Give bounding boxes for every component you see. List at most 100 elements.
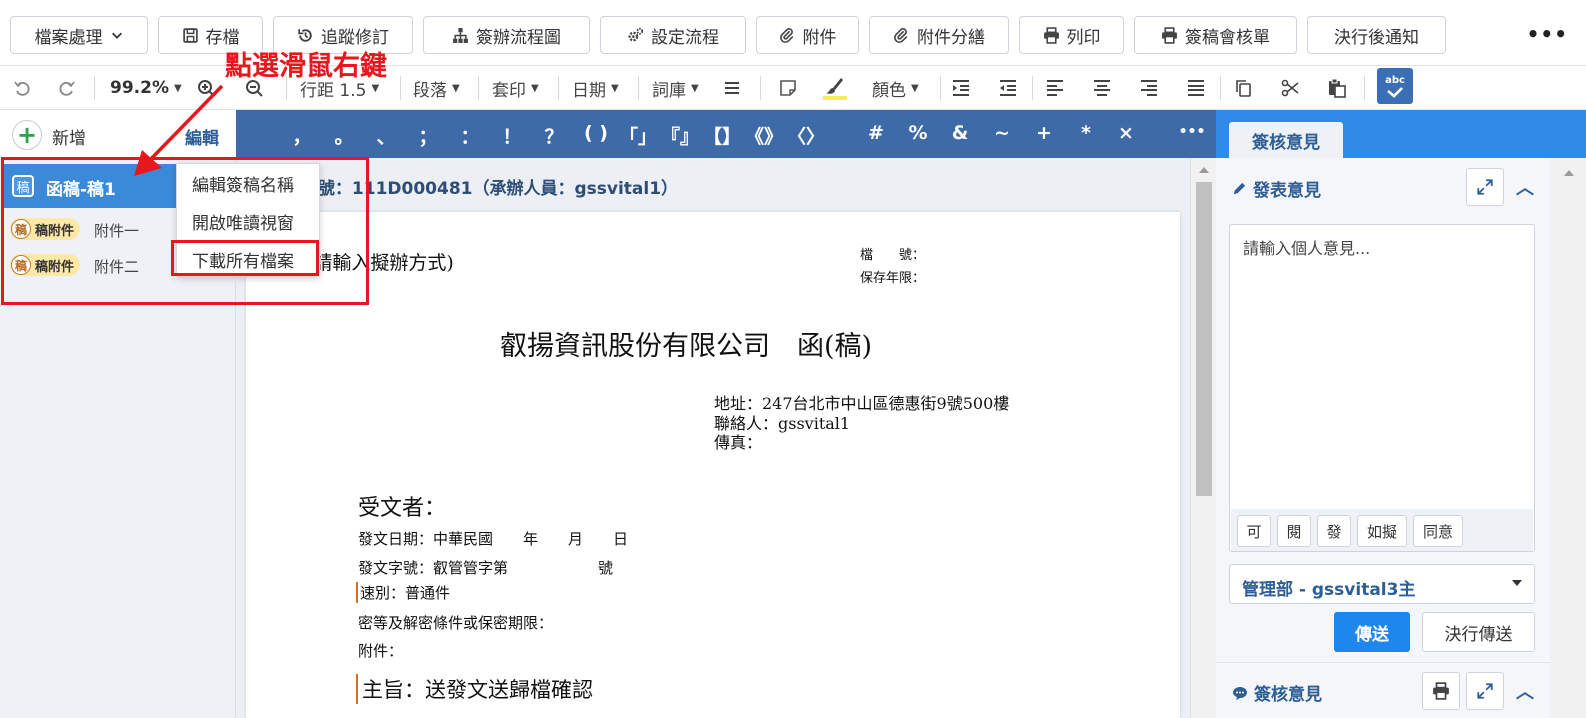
align-justify-button[interactable] <box>1186 74 1206 102</box>
punct-colon[interactable]: ： <box>450 122 490 149</box>
flowchart-button[interactable]: 簽辦流程圖 <box>423 16 590 54</box>
recipient-select[interactable]: 管理部 - gssvital3主 <box>1229 564 1535 604</box>
toolbar-divider <box>1220 76 1221 100</box>
printer-icon <box>1433 682 1449 700</box>
list-button[interactable] <box>722 74 742 102</box>
file-menu-label: 檔案處理 <box>34 27 103 48</box>
file-menu-button[interactable]: 檔案處理 <box>10 16 148 54</box>
add-icon[interactable]: + <box>12 120 42 150</box>
post-opinion-label: 發表意見 <box>1253 181 1321 201</box>
punct-hash[interactable]: # <box>856 122 896 144</box>
recipient-select-value: 管理部 - gssvital3主 <box>1242 580 1416 600</box>
attach-label: 附件 <box>802 27 837 48</box>
scrollbar-thumb[interactable] <box>1196 182 1212 496</box>
attach-split-label: 附件分繕 <box>917 27 985 48</box>
punct-double-angle-brackets[interactable]: 《》 <box>744 122 784 149</box>
expand-history-button[interactable] <box>1466 672 1504 710</box>
subject-field[interactable]: 主旨：送發文送歸檔確認 <box>356 674 593 704</box>
align-right-button[interactable] <box>1139 74 1159 102</box>
paragraph-select[interactable]: 段落 ▼ <box>413 74 460 102</box>
outdent-button[interactable] <box>998 74 1018 102</box>
punct-enum-comma[interactable]: 、 <box>366 122 406 149</box>
punct-asterisk[interactable]: * <box>1066 122 1106 144</box>
phrase-button[interactable]: 同意 <box>1413 515 1463 547</box>
toolbar-divider <box>760 76 761 100</box>
phrase-button[interactable]: 如擬 <box>1357 515 1407 547</box>
scroll-up-icon[interactable] <box>1564 170 1574 176</box>
highlight-button[interactable] <box>818 74 852 102</box>
opinion-input[interactable]: 請輸入個人意見... 可 閱 發 如擬 同意 <box>1229 224 1535 552</box>
date-select[interactable]: 日期 ▼ <box>572 74 619 102</box>
toolbar-divider <box>1032 76 1033 100</box>
more-menu-button[interactable]: ••• <box>1527 22 1568 46</box>
print-label: 列印 <box>1066 27 1101 48</box>
punct-plus[interactable]: + <box>1024 122 1064 144</box>
paste-button[interactable] <box>1327 74 1347 102</box>
cut-button[interactable] <box>1280 74 1300 102</box>
punct-multiply[interactable]: × <box>1106 122 1146 144</box>
punct-double-corner-brackets[interactable]: 『』 <box>660 122 700 149</box>
send-button[interactable]: 傳送 <box>1334 612 1410 652</box>
review-scrollbar[interactable] <box>1552 158 1586 718</box>
indent-button[interactable] <box>951 74 971 102</box>
color-select[interactable]: 顏色 ▼ <box>872 74 919 102</box>
caret-down-icon: ▼ <box>911 82 919 94</box>
attach-split-button[interactable]: 附件分繕 <box>869 16 1009 54</box>
scroll-up-icon[interactable] <box>1199 167 1209 173</box>
document-page[interactable]: (請輸入擬辦方式) 檔 號： 保存年限： 叡揚資訊股份有限公司 函(稿) 地址：… <box>246 212 1180 718</box>
punct-parentheses[interactable]: ( ) <box>576 122 616 144</box>
tab-review-opinion[interactable]: 簽核意見 <box>1229 122 1343 158</box>
punct-percent[interactable]: % <box>898 122 938 144</box>
review-content: 發表意見 ︿ 請輸入個人意見... 可 閱 發 如擬 同意 管理部 - gssv… <box>1216 158 1550 718</box>
undo-button[interactable] <box>12 74 32 102</box>
execute-send-button[interactable]: 決行傳送 <box>1422 612 1535 652</box>
punct-more-button[interactable]: ••• <box>1172 124 1212 140</box>
spell-check-button[interactable]: abc <box>1377 68 1413 104</box>
set-flow-button[interactable]: 設定流程 <box>600 16 746 54</box>
caret-down-icon: ▼ <box>691 82 699 94</box>
vocab-select[interactable]: 詞庫 ▼ <box>652 74 699 102</box>
punct-exclamation[interactable]: ！ <box>492 122 532 149</box>
collapse-icon[interactable]: ︿ <box>1516 174 1534 200</box>
align-right-icon <box>1141 80 1157 96</box>
send-number-field: 發文字號：叡管管字第 號 <box>358 559 614 577</box>
punct-comma[interactable]: ， <box>282 122 322 149</box>
phrase-button[interactable]: 閱 <box>1277 515 1311 547</box>
redo-button[interactable] <box>57 74 77 102</box>
caret-down-icon: ▼ <box>611 82 619 94</box>
punct-period[interactable]: 。 <box>324 122 364 149</box>
phrase-button[interactable]: 可 <box>1237 515 1271 547</box>
add-draft-button[interactable]: 新增 <box>52 124 86 149</box>
align-center-button[interactable] <box>1092 74 1112 102</box>
recipient-field[interactable]: 受文者： <box>358 490 446 522</box>
punct-lenticular-brackets[interactable]: 【】 <box>702 122 742 149</box>
template-select[interactable]: 套印 ▼ <box>492 74 539 102</box>
toolbar-divider <box>94 76 95 100</box>
punct-semicolon[interactable]: ； <box>408 122 448 149</box>
print-sheet-button[interactable]: 簽稿會核單 <box>1134 16 1297 54</box>
note-button[interactable] <box>778 74 798 102</box>
punct-angle-brackets[interactable]: 〈〉 <box>786 122 826 149</box>
punct-ampersand[interactable]: & <box>940 122 980 144</box>
review-tab-bar: 簽核意見 <box>1216 110 1586 158</box>
expand-button[interactable] <box>1466 168 1504 206</box>
attach-button[interactable]: 附件 <box>756 16 859 54</box>
punct-question[interactable]: ？ <box>534 122 574 149</box>
collapse-icon[interactable]: ︿ <box>1516 678 1534 704</box>
floppy-icon <box>182 27 198 43</box>
print-button[interactable]: 列印 <box>1019 16 1124 54</box>
retention-label: 保存年限： <box>860 271 926 286</box>
template-label: 套印 <box>492 80 526 101</box>
phrase-button[interactable]: 發 <box>1317 515 1351 547</box>
paste-icon <box>1329 78 1346 98</box>
print-opinion-button[interactable] <box>1422 672 1460 710</box>
align-left-button[interactable] <box>1045 74 1065 102</box>
punct-tilde[interactable]: ~ <box>982 122 1022 144</box>
attachment-field: 附件： <box>358 642 404 660</box>
expand-icon <box>1477 683 1493 699</box>
notify-button[interactable]: 決行後通知 <box>1307 16 1446 54</box>
toolbar-divider <box>400 76 401 100</box>
copy-button[interactable] <box>1233 74 1253 102</box>
document-scrollbar[interactable] <box>1190 158 1216 718</box>
punct-corner-brackets[interactable]: 「」 <box>618 122 658 149</box>
